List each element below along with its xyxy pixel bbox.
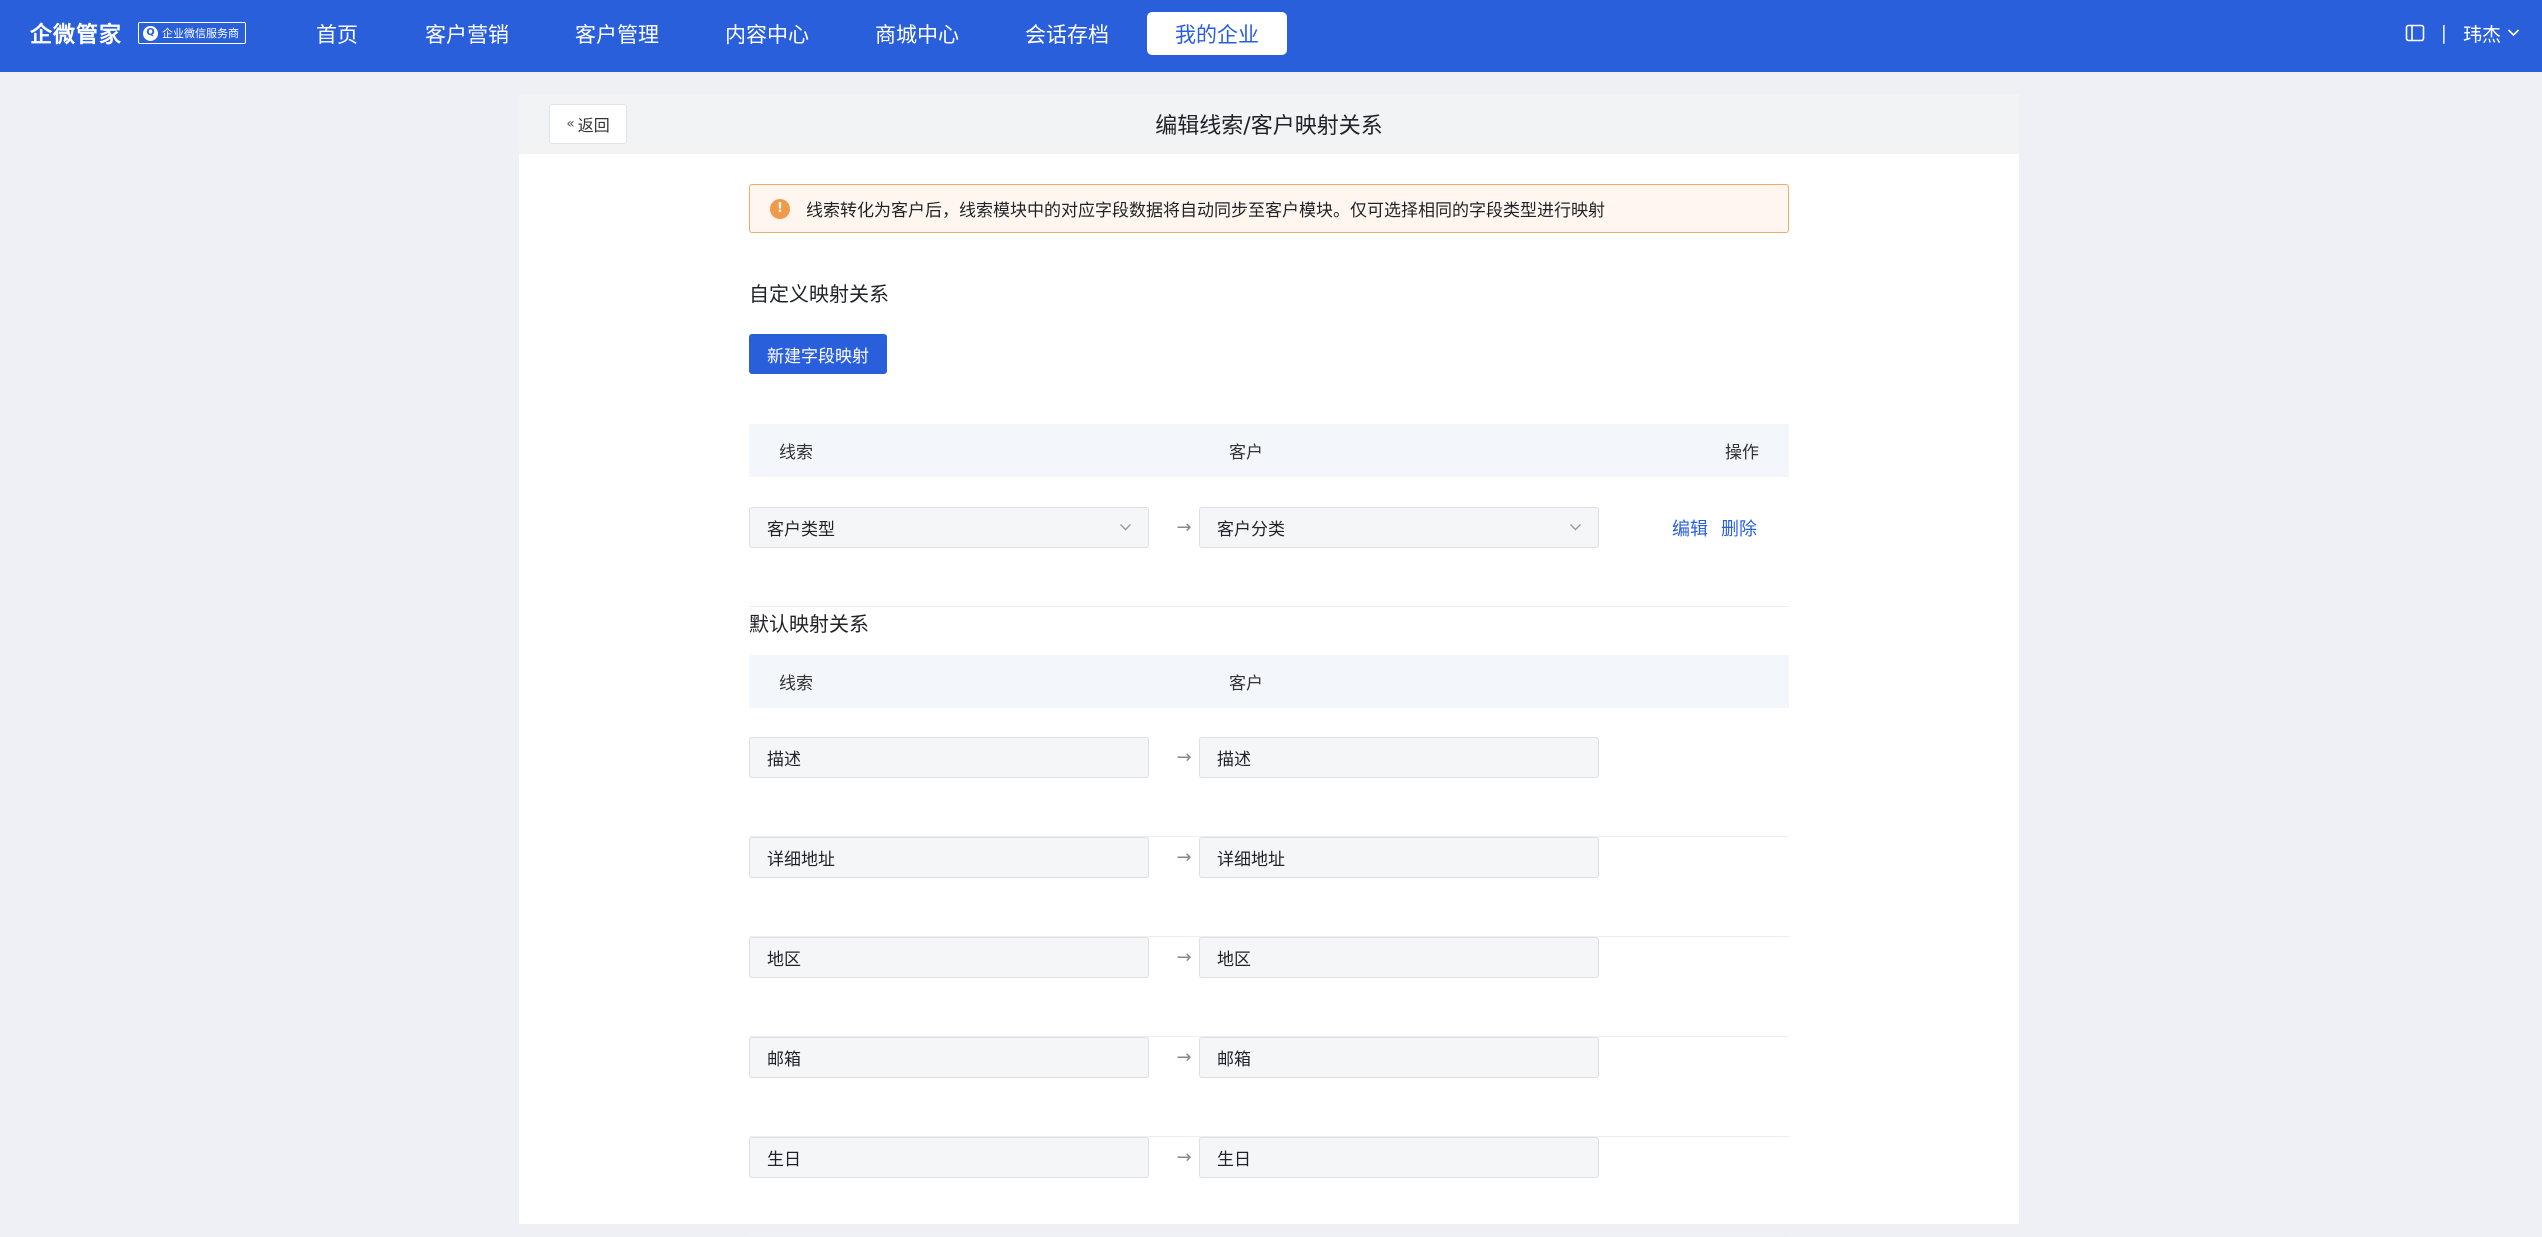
lead-field-readonly: 邮箱	[749, 1037, 1149, 1078]
arrow-right-icon: →	[1176, 947, 1192, 968]
nav-item-label: 内容中心	[725, 22, 809, 47]
nav-item-chat-archive[interactable]: 会话存档	[1014, 12, 1120, 55]
brand-name: 企微管家	[30, 23, 123, 48]
custom-mapping-title: 自定义映射关系	[749, 282, 889, 306]
nav-item-home[interactable]: 首页	[300, 12, 374, 55]
brand-badge: Q 企业微信服务商	[138, 22, 247, 44]
book-icon[interactable]	[2405, 24, 2425, 42]
page-title: 编辑线索/客户映射关系	[1155, 114, 1383, 139]
new-field-mapping-button[interactable]: 新建字段映射	[749, 334, 887, 374]
brand[interactable]: 企微管家 Q 企业微信服务商	[30, 0, 247, 66]
delete-link[interactable]: 删除	[1721, 507, 1757, 548]
default-mapping-row: 详细地址 → 详细地址	[749, 837, 1789, 937]
edit-link[interactable]: 编辑	[1672, 507, 1708, 548]
nav-item-customer-management[interactable]: 客户管理	[564, 12, 670, 55]
lead-field-readonly: 描述	[749, 737, 1149, 778]
nav-item-label: 客户管理	[575, 22, 659, 47]
warning-icon: !	[770, 198, 790, 219]
nav-item-label: 会话存档	[1025, 22, 1109, 47]
info-alert: ! 线索转化为客户后，线索模块中的对应字段数据将自动同步至客户模块。仅可选择相同…	[749, 184, 1789, 233]
chevron-down-icon	[1119, 520, 1132, 535]
customer-field-readonly: 地区	[1199, 937, 1599, 978]
user-area-divider: |	[2440, 22, 2447, 44]
card-header: « 返回 编辑线索/客户映射关系	[519, 94, 2019, 154]
nav-item-customer-marketing[interactable]: 客户营销	[414, 12, 520, 55]
nav-item-label: 客户营销	[425, 22, 509, 47]
user-name: 玮杰	[2462, 23, 2501, 46]
arrow-right-icon: →	[1176, 747, 1192, 768]
default-table-header: 线索 客户	[749, 655, 1789, 708]
top-navigation: 企微管家 Q 企业微信服务商 首页 客户营销 客户管理 内容中心 商城中心 会话…	[0, 0, 2542, 72]
lead-field-readonly: 详细地址	[749, 837, 1149, 878]
customer-field-readonly: 描述	[1199, 737, 1599, 778]
arrow-right-icon: →	[1176, 1047, 1192, 1068]
alert-text: 线索转化为客户后，线索模块中的对应字段数据将自动同步至客户模块。仅可选择相同的字…	[806, 201, 1605, 221]
brand-badge-label: 企业微信服务商	[162, 26, 240, 40]
nav-item-content-center[interactable]: 内容中心	[714, 12, 820, 55]
column-lead: 线索	[779, 674, 813, 694]
default-mapping-title: 默认映射关系	[749, 612, 869, 636]
customer-field-readonly: 详细地址	[1199, 837, 1599, 878]
mapping-editor-card: « 返回 编辑线索/客户映射关系 ! 线索转化为客户后，线索模块中的对应字段数据…	[519, 94, 2019, 1237]
column-lead: 线索	[779, 443, 813, 463]
default-mapping-row: 生日 → 生日	[749, 1137, 1789, 1237]
wecom-logo-icon: Q	[143, 25, 159, 41]
lead-field-select[interactable]: 客户类型	[749, 507, 1149, 548]
nav-item-label: 首页	[316, 22, 358, 47]
column-customer: 客户	[1229, 443, 1263, 463]
lead-field-readonly: 生日	[749, 1137, 1149, 1178]
lead-field-readonly: 地区	[749, 937, 1149, 978]
column-action: 操作	[1725, 443, 1759, 463]
customer-field-readonly: 生日	[1199, 1137, 1599, 1178]
customer-field-readonly: 邮箱	[1199, 1037, 1599, 1078]
nav-item-my-enterprise[interactable]: 我的企业	[1147, 12, 1287, 55]
column-customer: 客户	[1229, 674, 1263, 694]
arrow-right-icon: →	[1176, 517, 1192, 538]
arrow-right-icon: →	[1176, 1147, 1192, 1168]
arrow-right-icon: →	[1176, 847, 1192, 868]
nav-item-label: 我的企业	[1175, 22, 1259, 47]
user-menu[interactable]: 玮杰	[2463, 20, 2520, 47]
nav-item-label: 商城中心	[875, 22, 959, 47]
lead-field-value: 客户类型	[767, 520, 835, 540]
custom-table-header: 线索 客户 操作	[749, 424, 1789, 477]
default-mapping-row: 描述 → 描述	[749, 737, 1789, 837]
user-area: | 玮杰	[2405, 0, 2520, 66]
nav-item-mall-center[interactable]: 商城中心	[864, 12, 970, 55]
custom-mapping-row: 客户类型 → 客户分类 编辑 删除	[749, 507, 1789, 607]
customer-field-value: 客户分类	[1217, 520, 1285, 540]
customer-field-select[interactable]: 客户分类	[1199, 507, 1599, 548]
chevron-down-icon	[1569, 520, 1582, 535]
default-mapping-row: 地区 → 地区	[749, 937, 1789, 1037]
default-mapping-row: 邮箱 → 邮箱	[749, 1037, 1789, 1137]
chevron-down-icon	[2507, 26, 2520, 41]
